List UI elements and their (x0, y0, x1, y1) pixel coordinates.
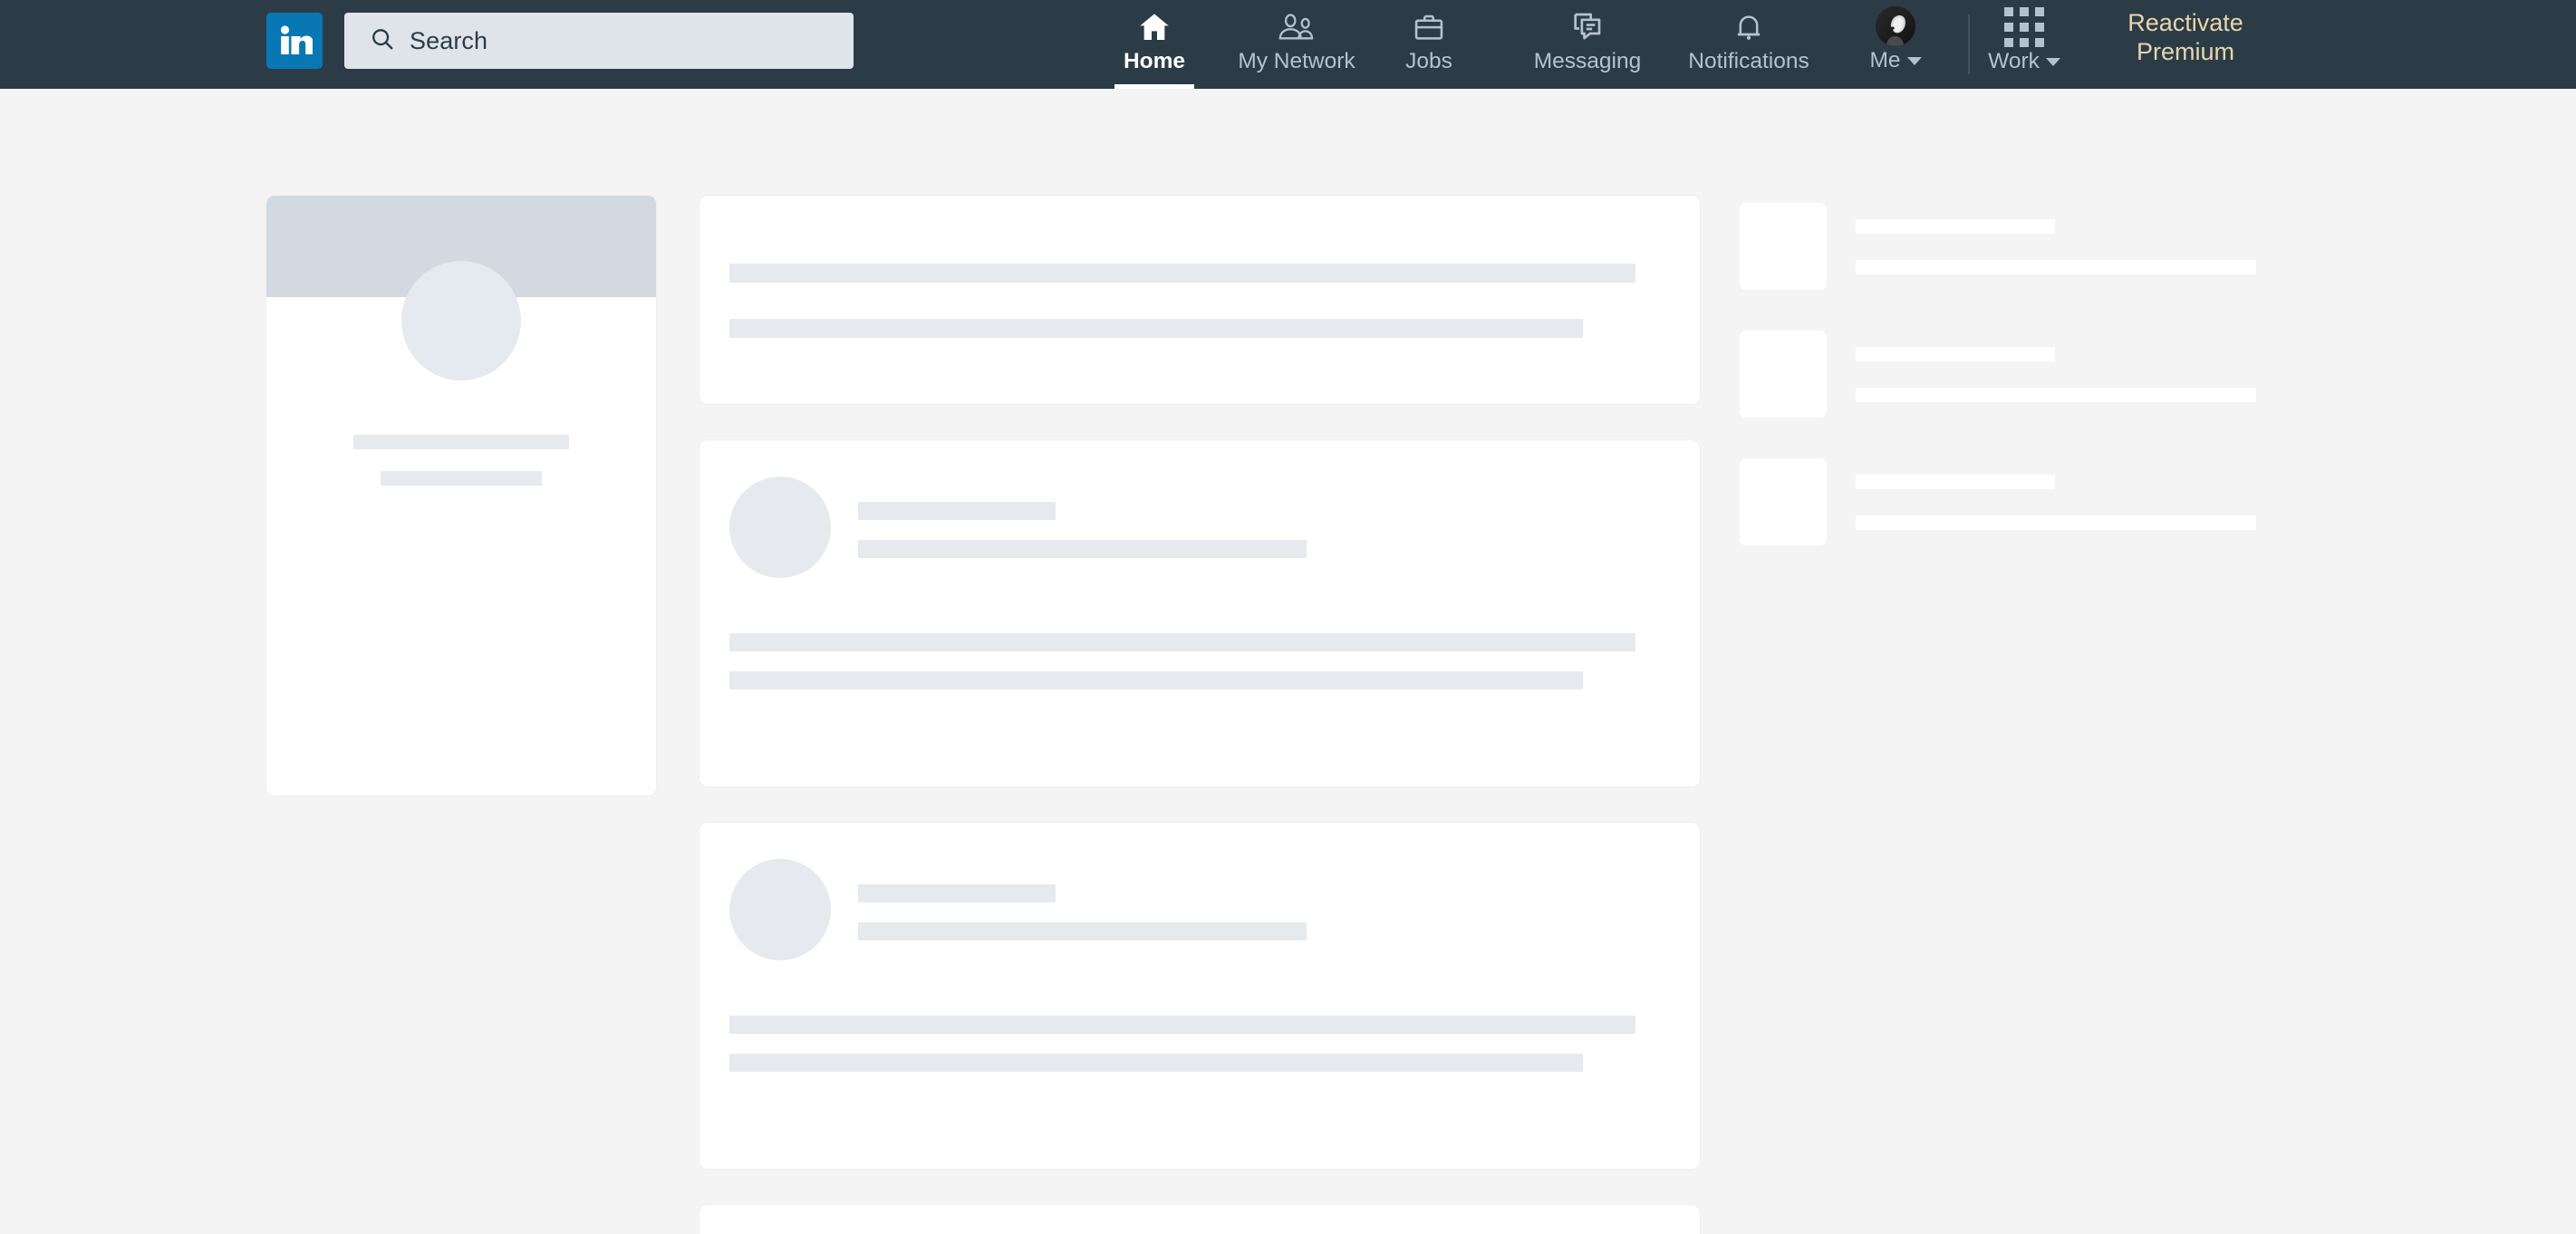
bell-icon (1732, 6, 1766, 48)
search-input[interactable]: Search (344, 13, 854, 69)
avatar (1876, 5, 1915, 47)
title-placeholder (1856, 219, 2055, 234)
author-name-placeholder (858, 502, 1056, 520)
nav-item-jobs-label: Jobs (1405, 49, 1452, 73)
nav-left-group: Search (0, 0, 854, 69)
nav-item-me-label: Me (1869, 48, 1901, 72)
app-grid-icon (2004, 6, 2044, 48)
author-headline-placeholder (858, 922, 1307, 940)
nav-item-my-network-label: My Network (1238, 49, 1356, 73)
post-body-line-2 (729, 671, 1583, 689)
thumbnail-placeholder (1740, 203, 1827, 290)
title-placeholder (1856, 347, 2055, 362)
nav-item-me-label-group: Me (1869, 48, 1922, 72)
avatar-image (1876, 6, 1915, 46)
nav-item-jobs[interactable]: Jobs (1375, 0, 1482, 89)
premium-line-1: Reactivate (2127, 9, 2243, 36)
post-card-skeleton[interactable] (699, 440, 1700, 786)
nav-item-messaging-label: Messaging (1533, 49, 1642, 73)
list-item[interactable] (1740, 323, 2265, 450)
author-avatar-placeholder (729, 477, 831, 578)
linkedin-logo-icon[interactable] (266, 13, 323, 69)
premium-line-2: Premium (2136, 37, 2234, 65)
author-headline-placeholder (858, 540, 1307, 558)
nav-item-messaging[interactable]: Messaging (1506, 0, 1669, 89)
post-body-line-1 (729, 1016, 1635, 1034)
people-icon (1277, 6, 1317, 48)
compose-card-skeleton[interactable] (699, 196, 1700, 404)
subtitle-placeholder (1856, 388, 2256, 402)
compose-line-2 (729, 319, 1583, 338)
author-avatar-placeholder (729, 859, 831, 960)
post-body-line-2 (729, 1054, 1583, 1072)
list-item[interactable] (1740, 451, 2265, 578)
profile-card-skeleton[interactable] (266, 196, 656, 795)
title-placeholder (1856, 475, 2055, 489)
page-content (0, 89, 2576, 1234)
nav-item-notifications[interactable]: Notifications (1669, 0, 1828, 89)
subtitle-placeholder (1856, 260, 2256, 275)
right-rail-skeleton (1740, 196, 2265, 579)
nav-item-my-network[interactable]: My Network (1218, 0, 1375, 89)
profile-headline-placeholder (381, 471, 542, 486)
nav-item-home-label: Home (1123, 49, 1186, 73)
profile-avatar-placeholder (401, 261, 521, 381)
chevron-down-icon (1906, 56, 1922, 65)
profile-name-placeholder (353, 435, 569, 449)
nav-item-work-label-group: Work (1988, 49, 2060, 73)
post-card-skeleton[interactable] (699, 823, 1700, 1169)
nav-item-work[interactable]: Work (1970, 0, 2079, 89)
global-nav-bar: Search Home My Network Jobs Messaging No… (0, 0, 2576, 89)
list-item[interactable] (1740, 196, 2265, 323)
nav-item-work-label: Work (1988, 49, 2040, 73)
primary-navigation: Home My Network Jobs Messaging Notificat… (1091, 0, 2265, 89)
post-body-line-1 (729, 633, 1635, 651)
thumbnail-placeholder (1740, 331, 1827, 418)
reactivate-premium-link[interactable]: Reactivate Premium (2106, 0, 2265, 67)
thumbnail-placeholder (1740, 458, 1827, 545)
search-icon (369, 25, 396, 57)
home-icon (1136, 6, 1172, 48)
subtitle-placeholder (1856, 516, 2256, 530)
chevron-down-icon (2045, 57, 2060, 66)
message-icon (1569, 6, 1606, 48)
author-name-placeholder (858, 884, 1056, 902)
search-placeholder-text: Search (410, 26, 488, 54)
nav-item-me[interactable]: Me (1847, 0, 1944, 89)
briefcase-icon (1412, 6, 1446, 48)
feed-skeleton (699, 196, 1700, 1234)
post-card-skeleton[interactable] (699, 1205, 1700, 1234)
nav-item-home[interactable]: Home (1091, 0, 1218, 89)
nav-item-notifications-label: Notifications (1688, 49, 1809, 73)
compose-line-1 (729, 264, 1635, 283)
